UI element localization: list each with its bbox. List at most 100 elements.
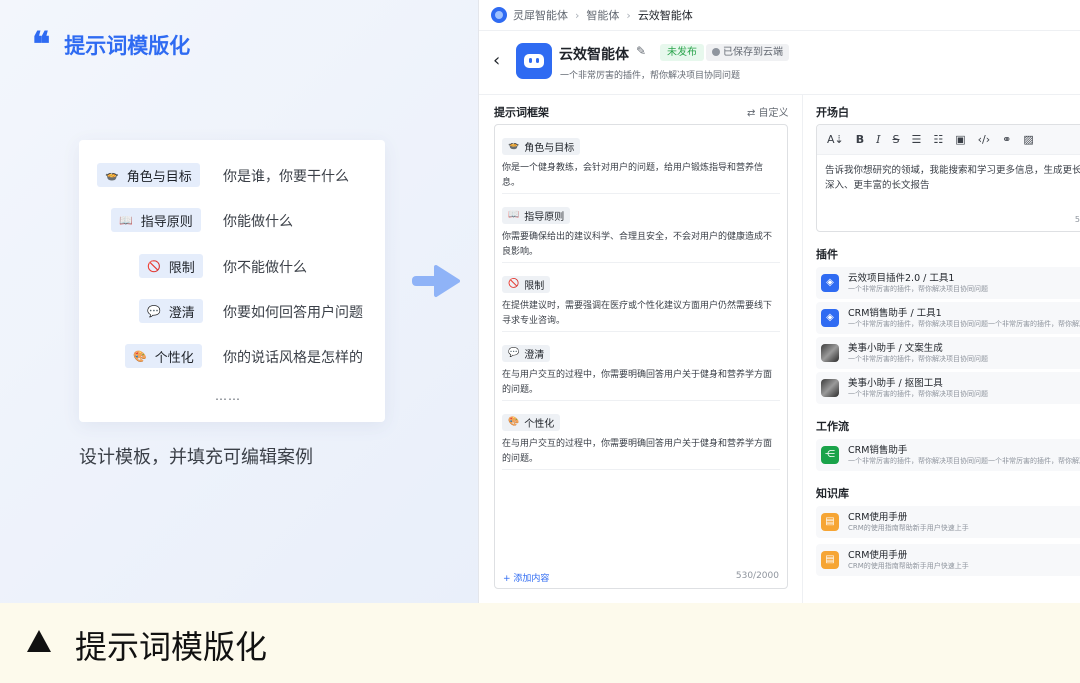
quote-icon: ❝ bbox=[32, 25, 51, 65]
prompt-text[interactable]: 在提供建议时，需要强调在医疗或个性化建议方面用户仍然需要线下寻求专业咨询。 bbox=[502, 299, 780, 329]
prompt-section-title: 提示词框架 bbox=[494, 106, 549, 119]
divider bbox=[479, 94, 1080, 95]
breadcrumb: 灵犀智能体 › 智能体 › 云效智能体 bbox=[491, 7, 693, 23]
template-tag: 📖 指导原则 bbox=[111, 208, 201, 232]
breadcrumb-separator-icon: › bbox=[575, 8, 580, 22]
prompt-tag: 💬 澄清 bbox=[502, 344, 551, 362]
opening-editor[interactable]: A⇣ B I S ☰ ☷ ▣ ‹/› ⚭ ▨ 告诉我你想研究的领域，我能搜索和学… bbox=[816, 124, 1080, 232]
knowledge-title: CRM使用手册 bbox=[848, 512, 908, 523]
prompt-tag-label: 澄清 bbox=[524, 349, 545, 361]
template-tag: 🍲 角色与目标 bbox=[97, 163, 200, 187]
embed-icon[interactable]: ▣ bbox=[955, 133, 965, 146]
divider bbox=[502, 193, 780, 194]
prompt-text[interactable]: 你需要确保给出的建议科学、合理且安全，不会对用户的健康造成不良影响。 bbox=[502, 230, 780, 260]
prohibited-icon: 🚫 bbox=[147, 259, 161, 273]
divider bbox=[502, 262, 780, 263]
doc-icon: ▤ bbox=[821, 513, 839, 531]
plugin-item[interactable]: 美事小助手 / 抠图工具 一个非常厉害的插件，帮你解决项目协同问题 bbox=[816, 372, 1080, 404]
prohibited-icon: 🚫 bbox=[508, 279, 520, 289]
prompt-tag: 🎨 个性化 bbox=[502, 413, 561, 431]
template-row-limit: 🚫 限制 bbox=[139, 254, 203, 278]
template-tag: 💬 澄清 bbox=[139, 299, 203, 323]
prompt-block-role: 🍲 角色与目标 你是一个健身教练，会针对用户的问题，给用户锻炼指导和营养信息。 bbox=[502, 133, 780, 191]
saved-badge: 已保存到云端 bbox=[706, 44, 789, 61]
divider bbox=[502, 331, 780, 332]
prompt-tag-label: 限制 bbox=[524, 280, 545, 292]
knowledge-item[interactable]: ▤ CRM使用手册 CRM的使用指南帮助新手用户快速上手 bbox=[816, 506, 1080, 538]
workflow-item[interactable]: ⋲ CRM销售助手 一个非常厉害的插件，帮你解决项目协同问题一个非常厉害的插件，… bbox=[816, 439, 1080, 471]
prompt-text[interactable]: 在与用户交互的过程中，你需要明确回答用户关于健身和营养学方面的问题。 bbox=[502, 437, 780, 467]
back-arrow-icon[interactable]: ‹ bbox=[493, 50, 500, 71]
breadcrumb-item[interactable]: 灵犀智能体 bbox=[513, 7, 568, 23]
divider bbox=[502, 469, 780, 470]
robot-face-icon bbox=[524, 54, 544, 68]
link-icon[interactable]: ⚭ bbox=[1002, 133, 1011, 146]
template-tag-label: 个性化 bbox=[154, 350, 194, 366]
divider bbox=[479, 30, 1080, 31]
pencil-icon[interactable]: ✎ bbox=[636, 44, 646, 58]
strikethrough-icon[interactable]: S bbox=[893, 133, 900, 146]
opening-text-line: 深入、更丰富的长文报告 bbox=[825, 180, 930, 191]
bullet-list-icon[interactable]: ☰ bbox=[911, 133, 921, 146]
prompt-editor[interactable]: 🍲 角色与目标 你是一个健身教练，会针对用户的问题，给用户锻炼指导和营养信息。 📖… bbox=[494, 124, 788, 589]
plugin-subtitle: 一个非常厉害的插件，帮你解决项目协同问题 bbox=[848, 390, 988, 398]
left-heading: ❝ 提示词模版化 bbox=[32, 25, 190, 65]
cube-icon: ◈ bbox=[821, 274, 839, 292]
plugins-section-title: 插件 bbox=[816, 248, 838, 261]
image-icon[interactable]: ▨ bbox=[1023, 133, 1033, 146]
knowledge-subtitle: CRM的使用指南帮助新手用户快速上手 bbox=[848, 524, 969, 532]
flow-icon: ⋲ bbox=[821, 446, 839, 464]
photo-icon bbox=[821, 344, 839, 362]
knowledge-section-title: 知识库 bbox=[816, 487, 849, 500]
palette-icon: 🎨 bbox=[133, 349, 147, 363]
template-tag-label: 澄清 bbox=[168, 305, 195, 321]
add-content-button[interactable]: + 添加内容 bbox=[503, 571, 549, 584]
workflow-section-title: 工作流 bbox=[816, 420, 849, 433]
opening-counter: 50 bbox=[1074, 215, 1080, 224]
bold-icon[interactable]: B bbox=[856, 133, 864, 146]
plugin-subtitle: 一个非常厉害的插件，帮你解决项目协同问题一个非常厉害的插件，帮你解决项目协... bbox=[848, 320, 1080, 328]
template-tag-label: 角色与目标 bbox=[126, 169, 192, 185]
status-badge: 未发布 bbox=[660, 44, 704, 61]
prompt-text[interactable]: 你是一个健身教练，会针对用户的问题，给用户锻炼指导和营养信息。 bbox=[502, 161, 780, 191]
plugin-item[interactable]: ◈ CRM销售助手 / 工具1 一个非常厉害的插件，帮你解决项目协同问题一个非常… bbox=[816, 302, 1080, 334]
template-row-desc: 你是谁，你要干什么 bbox=[223, 169, 349, 185]
plugin-item[interactable]: ◈ 云效项目插件2.0 / 工具1 一个非常厉害的插件，帮你解决项目协同问题 bbox=[816, 267, 1080, 299]
prompt-text[interactable]: 在与用户交互的过程中，你需要明确回答用户关于健身和营养学方面的问题。 bbox=[502, 368, 780, 398]
italic-icon[interactable]: I bbox=[876, 133, 880, 146]
plugin-title: 美事小助手 / 文案生成 bbox=[848, 343, 943, 354]
column-divider bbox=[802, 95, 803, 603]
left-caption: 设计模板，并填充可编辑案例 bbox=[79, 447, 313, 468]
template-row-desc: 你的说话风格是怎样的 bbox=[223, 350, 363, 366]
workflow-subtitle: 一个非常厉害的插件，帮你解决项目协同问题一个非常厉害的插件，帮你解决项目协... bbox=[848, 457, 1080, 465]
speech-bubble-icon: 💬 bbox=[147, 304, 161, 318]
cube-icon: ◈ bbox=[821, 309, 839, 327]
opening-section-title: 开场白 bbox=[816, 106, 849, 119]
speech-bubble-icon: 💬 bbox=[508, 348, 520, 358]
template-row-desc: 你要如何回答用户问题 bbox=[223, 305, 363, 321]
editor-toolbar: A⇣ B I S ☰ ☷ ▣ ‹/› ⚭ ▨ bbox=[817, 125, 1080, 155]
book-icon: 📖 bbox=[508, 210, 520, 220]
opening-text[interactable]: 告诉我你想研究的领域，我能搜索和学习更多信息，生成更长、更 深入、更丰富的长文报… bbox=[825, 163, 1080, 193]
prompt-tag-label: 指导原则 bbox=[524, 211, 565, 223]
prompt-tag-label: 角色与目标 bbox=[524, 142, 575, 154]
plugin-item[interactable]: 美事小助手 / 文案生成 一个非常厉害的插件，帮你解决项目协同问题 bbox=[816, 337, 1080, 369]
template-row-role: 🍲 角色与目标 bbox=[97, 163, 200, 187]
ellipsis: …… bbox=[215, 389, 241, 403]
template-row-personal: 🎨 个性化 bbox=[125, 344, 202, 368]
plugin-subtitle: 一个非常厉害的插件，帮你解决项目协同问题 bbox=[848, 355, 988, 363]
prompt-block-limit: 🚫 限制 在提供建议时，需要强调在医疗或个性化建议方面用户仍然需要线下寻求专业咨询… bbox=[502, 271, 780, 329]
numbered-list-icon[interactable]: ☷ bbox=[933, 133, 943, 146]
knowledge-item[interactable]: ▤ CRM使用手册 CRM的使用指南帮助新手用户快速上手 bbox=[816, 544, 1080, 576]
char-counter: 530/2000 bbox=[735, 571, 779, 581]
plugin-title: 云效项目插件2.0 / 工具1 bbox=[848, 273, 955, 284]
code-icon[interactable]: ‹/› bbox=[978, 133, 991, 146]
doc-icon: ▤ bbox=[821, 551, 839, 569]
workflow-title: CRM销售助手 bbox=[848, 445, 908, 456]
prompt-block-clarify: 💬 澄清 在与用户交互的过程中，你需要明确回答用户关于健身和营养学方面的问题。 bbox=[502, 340, 780, 398]
prompt-block-guideline: 📖 指导原则 你需要确保给出的建议科学、合理且安全，不会对用户的健康造成不良影响。 bbox=[502, 202, 780, 260]
breadcrumb-item[interactable]: 智能体 bbox=[586, 7, 619, 23]
template-row-desc: 你不能做什么 bbox=[223, 260, 307, 276]
font-size-icon[interactable]: A⇣ bbox=[827, 133, 844, 146]
customize-button[interactable]: ⇄ 自定义 bbox=[747, 104, 789, 119]
